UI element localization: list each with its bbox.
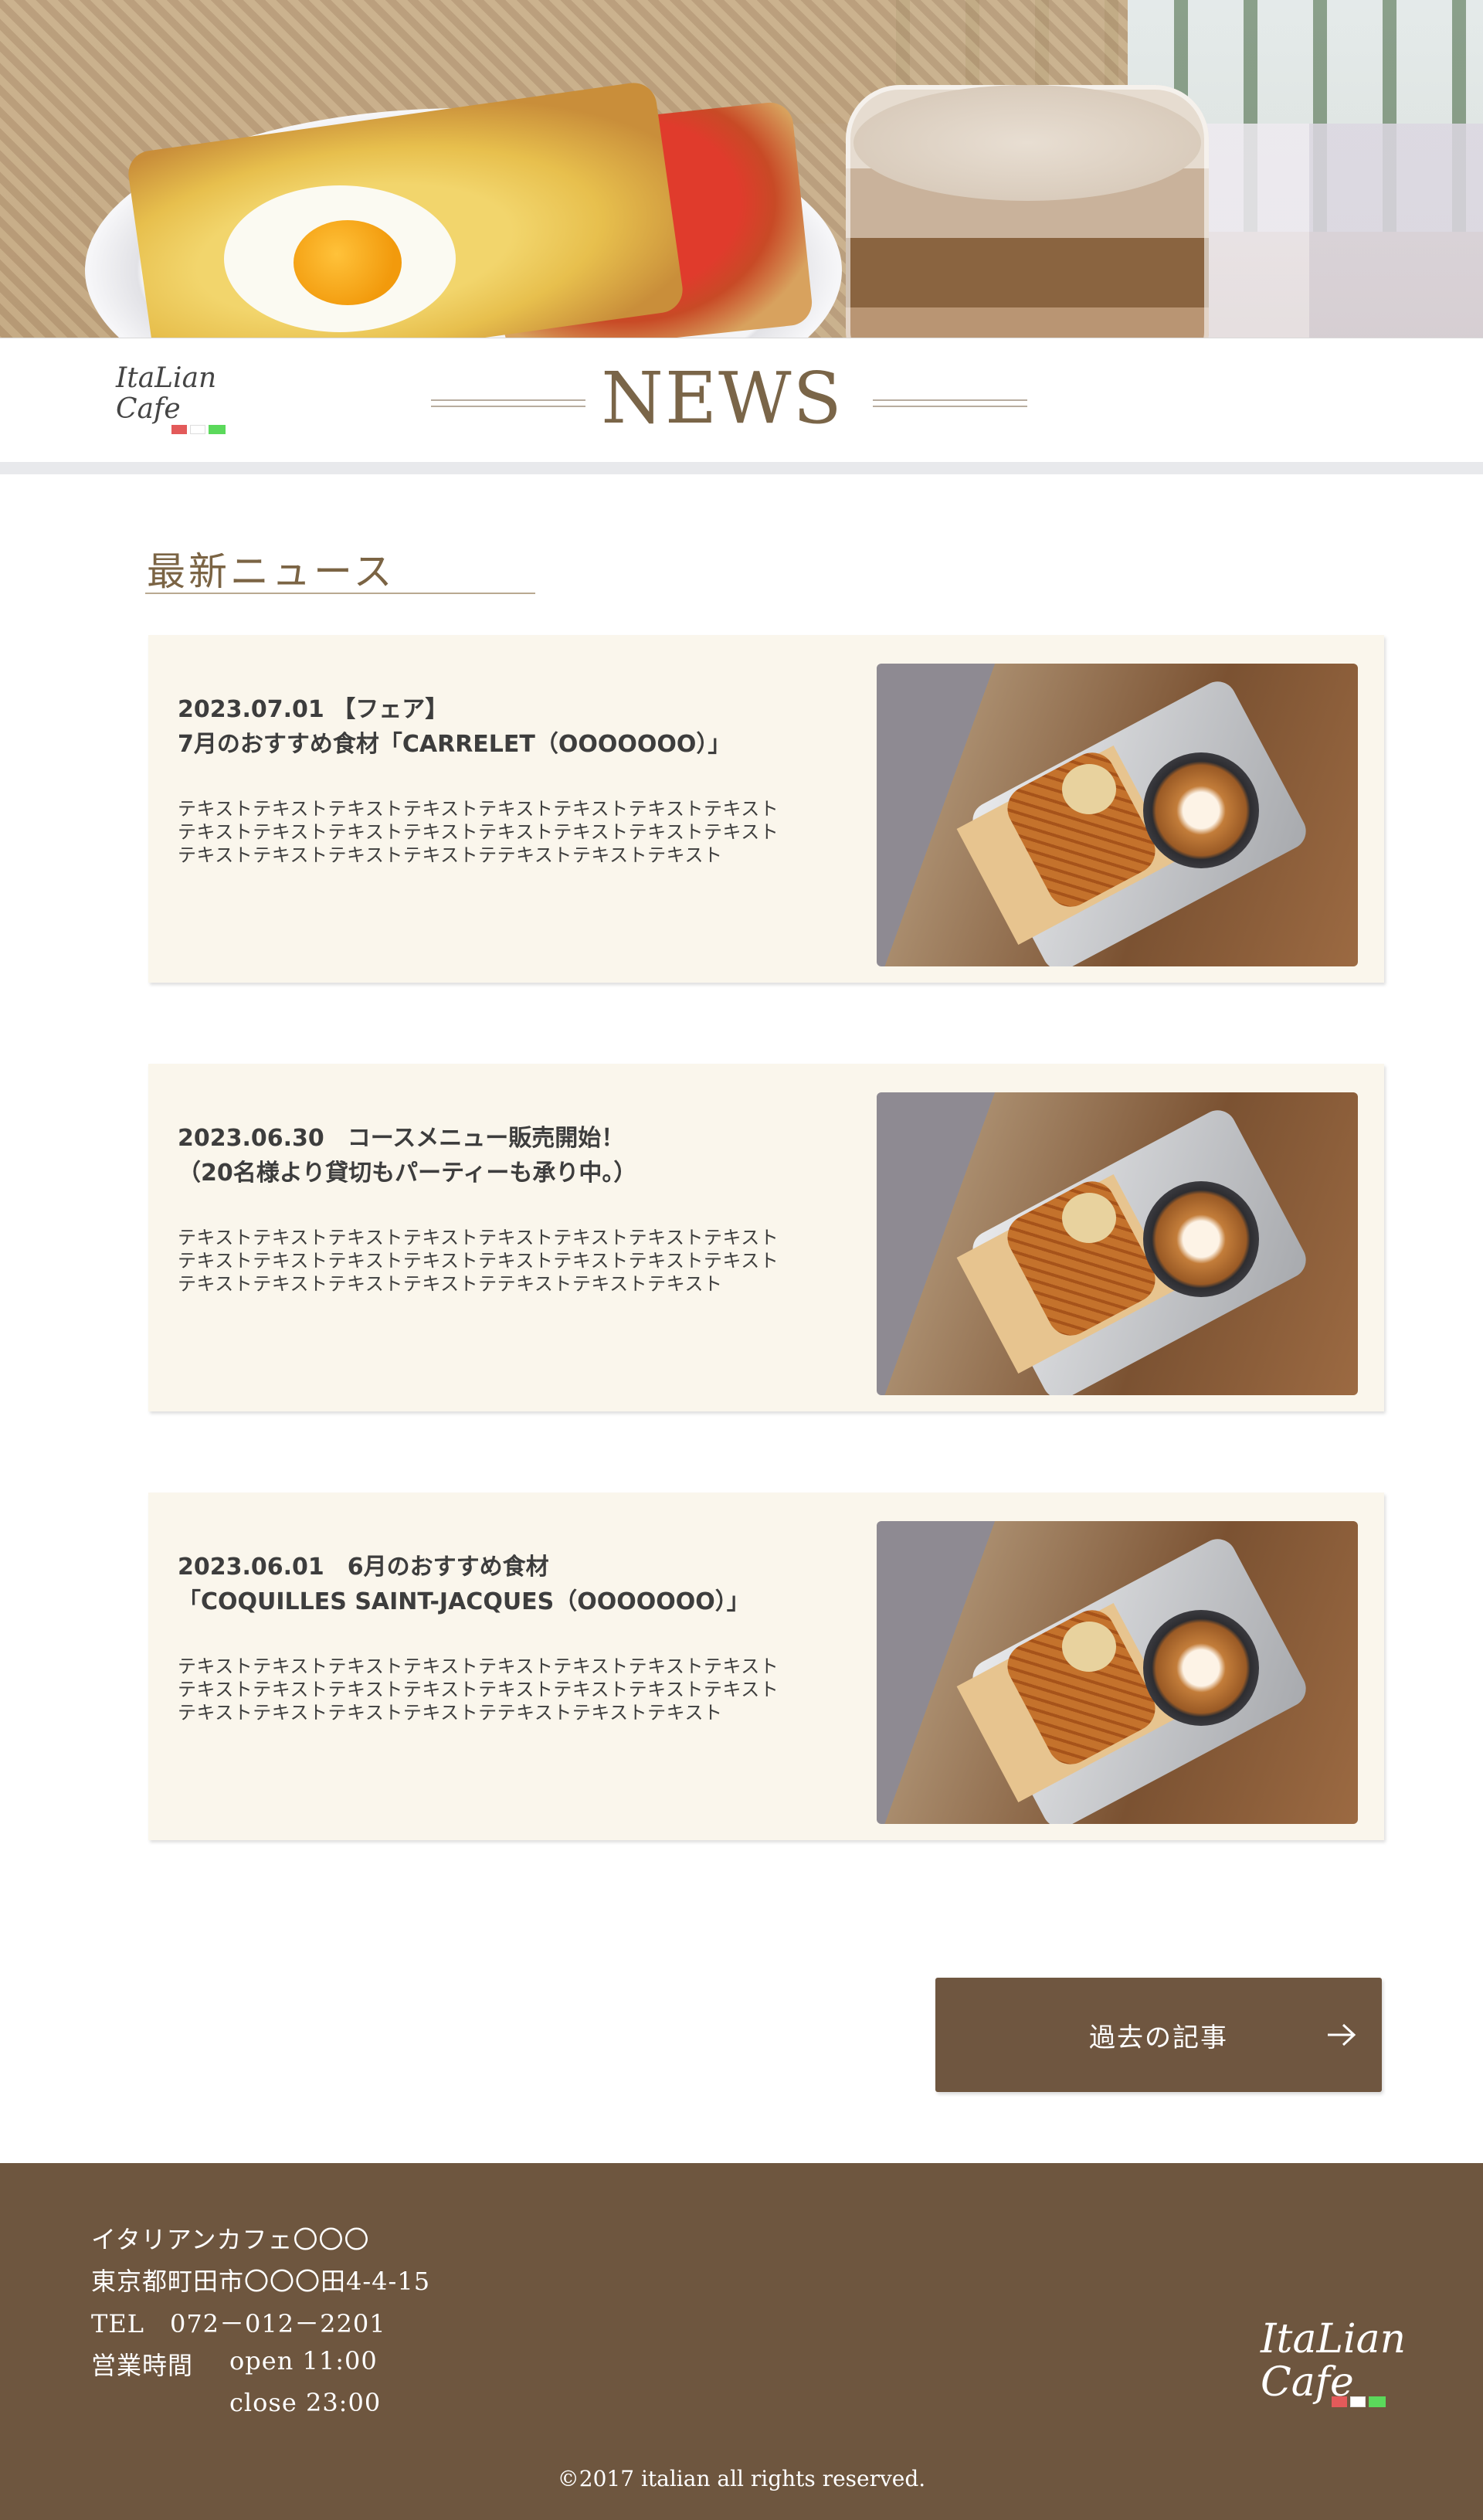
news-headline-line1: 2023.06.01 6月のおすすめ食材	[178, 1554, 549, 1581]
footer-close-time: close 23:00	[229, 2388, 382, 2417]
hero-egg-yolk	[294, 220, 402, 305]
news-body-line: テキストテキストテキストテキストテキストテキストテキストテキスト	[178, 1250, 779, 1272]
news-body: テキストテキストテキストテキストテキストテキストテキストテキスト テキストテキス…	[178, 1226, 780, 1296]
hero-coffee-foam	[853, 85, 1201, 201]
photo-latte-cup	[1143, 1610, 1259, 1726]
arrow-right-icon	[1328, 2023, 1356, 2046]
news-headline-line1: 2023.06.30 コースメニュー販売開始！	[178, 1125, 625, 1152]
footer-open-time: open 11:00	[229, 2346, 378, 2376]
news-photo	[877, 664, 1358, 966]
news-headline-line2: （20名様より貸切もパーティーも承り中。）	[178, 1160, 637, 1187]
news-headline-line1: 2023.07.01 【フェア】	[178, 696, 449, 723]
news-card[interactable]: 2023.06.30 コースメニュー販売開始！ （20名様より貸切もパーティーも…	[148, 1064, 1384, 1411]
photo-ice-cream	[1062, 764, 1116, 814]
news-body: テキストテキストテキストテキストテキストテキストテキストテキスト テキストテキス…	[178, 797, 780, 867]
title-rule-right	[873, 399, 1027, 407]
copyright: ©2017 italian all rights reserved.	[557, 2466, 926, 2491]
photo-latte-cup	[1143, 752, 1259, 868]
news-headline-line2: 7月のおすすめ食材「CARRELET（OOOOOOO）」	[178, 731, 731, 758]
footer-logo-line1: ItaLian	[1261, 2316, 1407, 2362]
footer-shop-name: イタリアンカフェ〇〇〇	[91, 2225, 370, 2254]
news-headline: 2023.06.30 コースメニュー販売開始！ （20名様より貸切もパーティーも…	[178, 1121, 873, 1190]
section-heading: 最新ニュース	[147, 549, 395, 594]
news-body-line: テキストテキストテキストテキストテキストテキストテキストテキスト	[178, 1679, 779, 1700]
footer-phone: TEL 072－012－2201	[91, 2309, 386, 2338]
news-photo	[877, 1521, 1358, 1824]
page-title: NEWS	[601, 357, 843, 440]
news-body: テキストテキストテキストテキストテキストテキストテキストテキスト テキストテキス…	[178, 1655, 780, 1724]
title-band-shadow	[0, 462, 1483, 474]
news-body-line: テキストテキストテキストテキストテテキストテキストテキスト	[178, 1702, 723, 1724]
photo-ice-cream	[1062, 1193, 1116, 1243]
news-body-line: テキストテキストテキストテキストテキストテキストテキストテキスト	[178, 798, 779, 820]
italian-flag-icon	[1332, 2396, 1403, 2407]
past-articles-label: 過去の記事	[1089, 2022, 1228, 2053]
hero-image	[0, 0, 1483, 338]
news-card[interactable]: 2023.07.01 【フェア】 7月のおすすめ食材「CARRELET（OOOO…	[148, 635, 1384, 983]
news-body-line: テキストテキストテキストテキストテキストテキストテキストテキスト	[178, 1227, 779, 1248]
news-headline: 2023.07.01 【フェア】 7月のおすすめ食材「CARRELET（OOOO…	[178, 692, 873, 762]
footer-address: 東京都町田市〇〇〇田4-4-15	[91, 2267, 431, 2296]
site-footer: イタリアンカフェ〇〇〇 東京都町田市〇〇〇田4-4-15 TEL 072－012…	[0, 2163, 1483, 2520]
news-body-line: テキストテキストテキストテキストテテキストテキストテキスト	[178, 1273, 723, 1295]
news-body-line: テキストテキストテキストテキストテキストテキストテキストテキスト	[178, 1656, 779, 1677]
section-heading-underline	[145, 593, 535, 594]
footer-logo[interactable]: ItaLian Cafe	[1261, 2318, 1407, 2418]
news-body-line: テキストテキストテキストテキストテテキストテキストテキスト	[178, 844, 723, 866]
news-body-line: テキストテキストテキストテキストテキストテキストテキストテキスト	[178, 821, 779, 843]
news-headline-line2: 「COQUILLES SAINT-JACQUES（OOOOOOO）」	[178, 1588, 750, 1615]
news-card[interactable]: 2023.06.01 6月のおすすめ食材 「COQUILLES SAINT-JA…	[148, 1493, 1384, 1840]
photo-ice-cream	[1062, 1622, 1116, 1672]
news-headline: 2023.06.01 6月のおすすめ食材 「COQUILLES SAINT-JA…	[178, 1550, 873, 1619]
past-articles-button[interactable]: 過去の記事	[935, 1978, 1382, 2092]
footer-hours-label: 営業時間	[91, 2351, 194, 2380]
photo-latte-cup	[1143, 1181, 1259, 1297]
news-photo	[877, 1092, 1358, 1395]
